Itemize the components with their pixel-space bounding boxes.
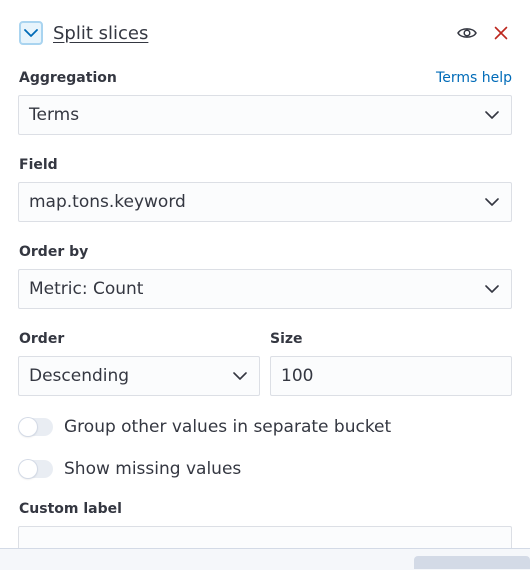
aggregation-select[interactable]: Terms — [18, 95, 512, 135]
group-other-switch[interactable] — [19, 418, 53, 436]
size-label: Size — [270, 331, 303, 347]
order-by-value: Metric: Count — [29, 279, 144, 299]
header-actions — [456, 22, 512, 44]
chevron-down-icon — [485, 285, 499, 294]
custom-label-input[interactable] — [18, 526, 512, 548]
order-by-label: Order by — [19, 244, 89, 260]
chevron-down-icon — [485, 198, 499, 207]
toggle-visibility-button[interactable] — [456, 22, 478, 44]
split-slices-panel: Split slices Aggregation Terms help Term… — [0, 0, 530, 548]
show-missing-toggle-row: Show missing values — [19, 459, 241, 479]
order-select[interactable]: Descending — [18, 356, 260, 396]
aggregation-label: Aggregation — [19, 70, 117, 86]
order-value: Descending — [29, 366, 130, 386]
custom-label-label: Custom label — [19, 501, 122, 517]
remove-button[interactable] — [490, 22, 512, 44]
close-icon — [494, 26, 508, 40]
chevron-down-icon — [233, 372, 247, 381]
terms-help-link[interactable]: Terms help — [436, 70, 512, 86]
footer-action-button[interactable] — [414, 556, 530, 569]
field-value: map.tons.keyword — [29, 192, 186, 212]
order-label: Order — [19, 331, 65, 347]
eye-icon — [457, 26, 477, 40]
field-label: Field — [19, 157, 58, 173]
aggregation-value: Terms — [29, 105, 80, 125]
panel-title[interactable]: Split slices — [53, 23, 148, 44]
show-missing-label[interactable]: Show missing values — [64, 459, 241, 479]
order-by-select[interactable]: Metric: Count — [18, 269, 512, 309]
size-input[interactable]: 100 — [270, 356, 512, 396]
panel-header: Split slices — [19, 19, 512, 47]
chevron-down-icon — [485, 111, 499, 120]
size-value: 100 — [281, 366, 314, 386]
group-other-label[interactable]: Group other values in separate bucket — [64, 417, 391, 437]
field-select[interactable]: map.tons.keyword — [18, 182, 512, 222]
group-other-toggle-row: Group other values in separate bucket — [19, 417, 391, 437]
chevron-down-icon — [24, 28, 38, 38]
collapse-toggle-button[interactable] — [19, 21, 43, 45]
show-missing-switch[interactable] — [19, 460, 53, 478]
